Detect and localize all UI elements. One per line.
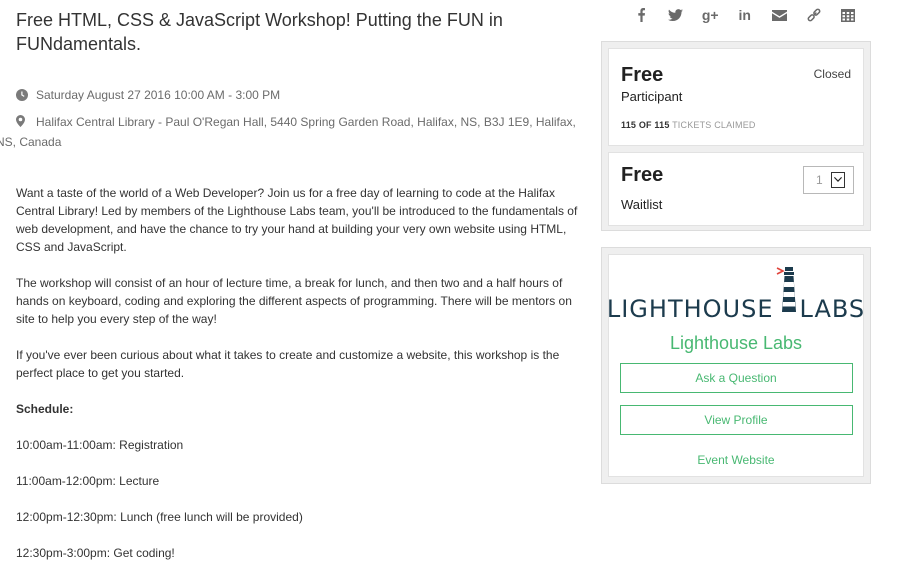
description-paragraph: Want a taste of the world of a Web Devel… bbox=[16, 186, 578, 254]
description-paragraph: The workshop will consist of an hour of … bbox=[16, 276, 572, 326]
quantity-select[interactable]: 1 bbox=[803, 166, 854, 194]
google-plus-icon[interactable]: g+ bbox=[693, 5, 728, 25]
schedule-item: 12:00pm-12:30pm: Lunch (free lunch will … bbox=[16, 510, 303, 524]
organizer-name[interactable]: Lighthouse Labs bbox=[609, 333, 863, 354]
event-location-text: Halifax Central Library - Paul O'Regan H… bbox=[0, 115, 576, 149]
event-datetime-row: Saturday August 27 2016 10:00 AM - 3:00 … bbox=[16, 86, 582, 105]
ticket-participant: Free Participant Closed 115 OF 115 TICKE… bbox=[608, 48, 864, 146]
organizer-panel: LIGHTHOUSE LABS Lighthouse Labs Ask a Qu… bbox=[601, 247, 871, 484]
organizer-logo: LIGHTHOUSE LABS bbox=[606, 267, 866, 323]
event-website-link[interactable]: Event Website bbox=[609, 453, 863, 467]
chevron-down-icon[interactable] bbox=[831, 172, 845, 188]
email-icon[interactable] bbox=[762, 5, 797, 25]
tickets-panel: Free Participant Closed 115 OF 115 TICKE… bbox=[601, 41, 871, 231]
organizer-card: LIGHTHOUSE LABS Lighthouse Labs Ask a Qu… bbox=[606, 254, 866, 477]
ticket-name: Participant bbox=[621, 89, 683, 104]
schedule-item: 12:30pm-3:00pm: Get coding! bbox=[16, 546, 175, 560]
event-main: Free HTML, CSS & JavaScript Workshop! Pu… bbox=[0, 8, 582, 572]
link-icon[interactable] bbox=[797, 5, 832, 25]
ticket-name: Waitlist bbox=[621, 197, 663, 212]
tickets-claimed-label: TICKETS CLAIMED bbox=[672, 120, 756, 130]
event-datetime: Saturday August 27 2016 10:00 AM - 3:00 … bbox=[36, 88, 281, 102]
ask-question-button[interactable]: Ask a Question bbox=[619, 363, 853, 393]
clock-icon bbox=[16, 86, 36, 101]
tickets-claimed: 115 OF 115 TICKETS CLAIMED bbox=[621, 120, 851, 130]
ticket-status: Closed bbox=[813, 67, 851, 81]
schedule-heading: Schedule: bbox=[16, 402, 74, 416]
event-title: Free HTML, CSS & JavaScript Workshop! Pu… bbox=[16, 10, 503, 54]
twitter-icon[interactable] bbox=[659, 5, 694, 25]
lighthouse-icon bbox=[776, 265, 798, 321]
event-location: Halifax Central Library - Paul O'Regan H… bbox=[0, 111, 582, 152]
map-pin-icon bbox=[16, 111, 36, 133]
ticket-waitlist: Free Waitlist 1 bbox=[608, 152, 864, 226]
event-location-row: Halifax Central Library - Paul O'Regan H… bbox=[0, 111, 582, 152]
event-meta: Saturday August 27 2016 10:00 AM - 3:00 … bbox=[0, 86, 582, 152]
facebook-icon[interactable] bbox=[624, 5, 659, 25]
linkedin-icon[interactable]: in bbox=[728, 5, 763, 25]
schedule-item: 10:00am-11:00am: Registration bbox=[16, 438, 184, 452]
tickets-claimed-count: 115 OF 115 bbox=[621, 120, 670, 130]
share-bar: g+ in bbox=[624, 5, 866, 25]
event-description: Want a taste of the world of a Web Devel… bbox=[16, 184, 582, 562]
description-paragraph: If you've ever been curious about what i… bbox=[16, 348, 560, 380]
logo-text-left: LIGHTHOUSE bbox=[606, 295, 774, 323]
schedule-item: 11:00am-12:00pm: Lecture bbox=[16, 474, 160, 488]
logo-text-right: LABS bbox=[799, 295, 866, 323]
calendar-icon[interactable] bbox=[831, 5, 866, 25]
quantity-value: 1 bbox=[816, 173, 823, 187]
view-profile-button[interactable]: View Profile bbox=[619, 405, 853, 435]
